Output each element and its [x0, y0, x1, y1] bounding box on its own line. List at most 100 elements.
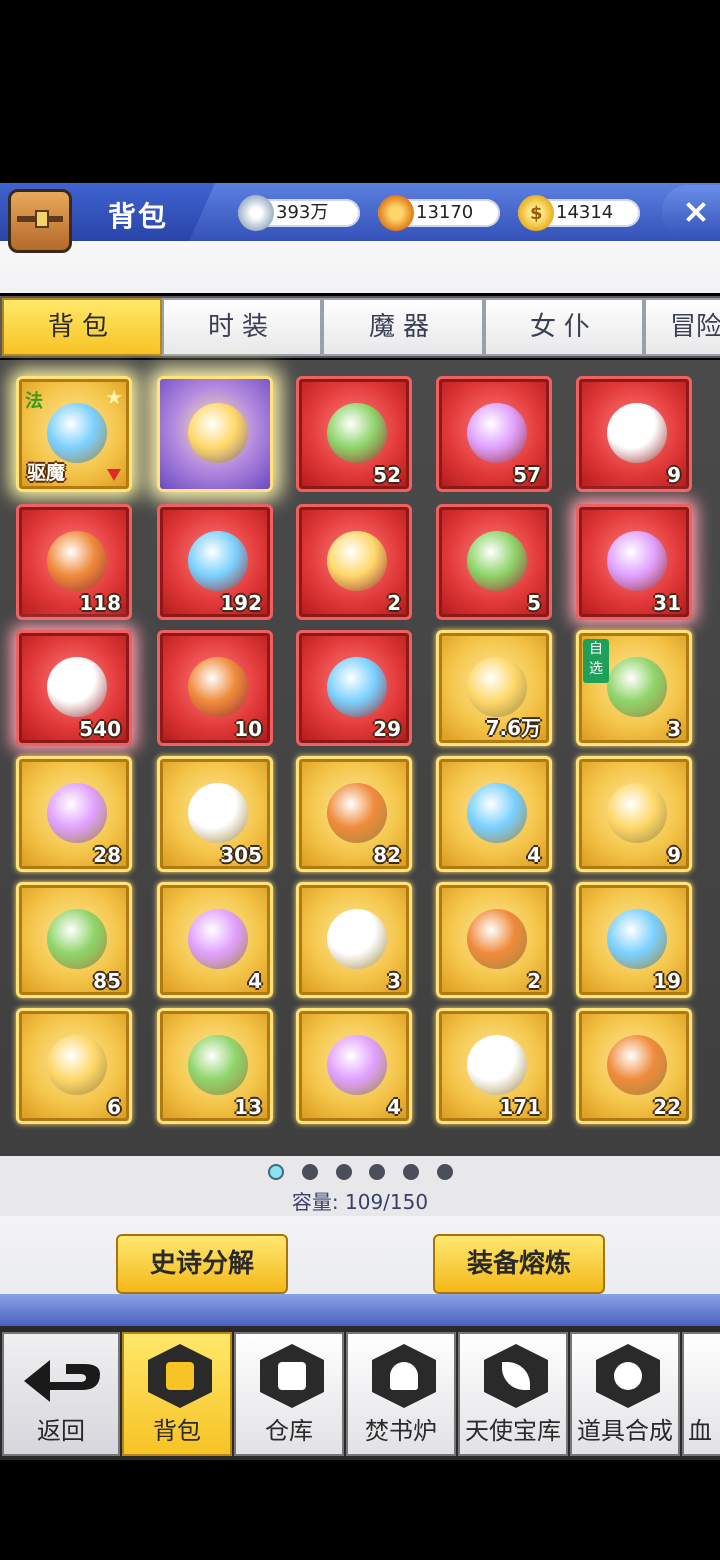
inventory-slot[interactable]: 85: [16, 882, 132, 998]
currency-value: 13170: [416, 202, 474, 223]
nav-book-furnace[interactable]: 焚书炉: [346, 1332, 456, 1456]
nav-backpack[interactable]: 背包: [122, 1332, 232, 1456]
medal-icon: [47, 531, 107, 591]
currency-gold[interactable]: 14314: [518, 195, 640, 231]
nav-label: 背包: [153, 1417, 201, 1445]
tab-backpack[interactable]: 背包: [2, 298, 162, 356]
inventory-slot[interactable]: 4: [436, 756, 552, 872]
inventory-slot[interactable]: 7.6万: [436, 630, 552, 746]
nav-label: 血: [688, 1417, 712, 1445]
epic-decompose-button[interactable]: 史诗分解: [116, 1234, 288, 1294]
crystal-shard-icon: [327, 531, 387, 591]
tab-magic-weapon[interactable]: 魔器: [322, 298, 484, 356]
inventory-slot[interactable]: 305: [157, 756, 273, 872]
item-count: 82: [373, 843, 401, 867]
inventory-slot[interactable]: 4: [157, 882, 273, 998]
star-icon: ★: [105, 385, 123, 409]
item-count: 52: [373, 463, 401, 487]
inventory-slot[interactable]: 28: [16, 756, 132, 872]
inventory-slot[interactable]: 9: [576, 756, 692, 872]
inventory-slot[interactable]: 2: [296, 504, 412, 620]
nav-more[interactable]: 血: [682, 1332, 720, 1456]
pencil-icon: [327, 403, 387, 463]
nav-item-synthesis[interactable]: 道具合成: [570, 1332, 680, 1456]
currency-badge[interactable]: 13170: [378, 195, 500, 231]
nav-back[interactable]: 返回: [2, 1332, 120, 1456]
nav-label: 返回: [37, 1417, 85, 1445]
item-count: 57: [513, 463, 541, 487]
page-dot[interactable]: [403, 1164, 419, 1180]
puzzle-icon: [607, 909, 667, 969]
inventory-slot[interactable]: 82: [296, 756, 412, 872]
item-count: 85: [93, 969, 121, 993]
nav-label: 道具合成: [577, 1417, 673, 1445]
tab-maid[interactable]: 女仆: [484, 298, 644, 356]
flame-icon: [372, 1344, 436, 1408]
inventory-slot[interactable]: [157, 376, 273, 492]
inventory-slot[interactable]: 10: [157, 630, 273, 746]
down-arrow-icon: [107, 469, 121, 481]
item-count: 3: [387, 969, 401, 993]
red-gem-icon: [607, 531, 667, 591]
item-count: 540: [79, 717, 121, 741]
inventory-slot[interactable]: 52: [296, 376, 412, 492]
item-count: 31: [653, 591, 681, 615]
inventory-slot[interactable]: 4: [296, 1008, 412, 1124]
page-dot[interactable]: [302, 1164, 318, 1180]
item-label: 驱魔: [27, 462, 66, 484]
emerald-icon: [188, 1035, 248, 1095]
inventory-slot[interactable]: 自选 3: [576, 630, 692, 746]
item-count: 9: [667, 843, 681, 867]
backpack-chest-icon: [8, 189, 72, 253]
gold-gem-icon: [47, 657, 107, 717]
inventory-slot[interactable]: 9: [576, 376, 692, 492]
inventory-slot[interactable]: 法 ★ 驱魔: [16, 376, 132, 492]
tab-adventure[interactable]: 冒险: [644, 298, 720, 356]
item-count: 4: [248, 969, 262, 993]
tab-fashion[interactable]: 时装: [162, 298, 322, 356]
inventory-slot[interactable]: 192: [157, 504, 273, 620]
item-count: 29: [373, 717, 401, 741]
equip-smelt-button[interactable]: 装备熔炼: [433, 1234, 605, 1294]
inventory-slot[interactable]: 3: [296, 882, 412, 998]
inventory-slot[interactable]: 5: [436, 504, 552, 620]
inventory-slot[interactable]: 19: [576, 882, 692, 998]
header: 背包 393万 13170 14314: [0, 183, 720, 293]
blue-shard-icon: [467, 909, 527, 969]
currency-value: 14314: [556, 202, 614, 223]
page-dot[interactable]: [268, 1164, 284, 1180]
nav-angel-treasury[interactable]: 天使宝库: [458, 1332, 568, 1456]
item-count: 3: [667, 717, 681, 741]
close-button[interactable]: [662, 185, 720, 239]
inventory-slot[interactable]: 118: [16, 504, 132, 620]
page-dot[interactable]: [437, 1164, 453, 1180]
inventory-slot[interactable]: 29: [296, 630, 412, 746]
inventory-slot[interactable]: 22: [576, 1008, 692, 1124]
inventory-slot[interactable]: 2: [436, 882, 552, 998]
item-count: 9: [667, 463, 681, 487]
inventory-slot[interactable]: 6: [16, 1008, 132, 1124]
orb-icon: [467, 531, 527, 591]
item-count: 22: [653, 1095, 681, 1119]
page-dot[interactable]: [369, 1164, 385, 1180]
armor-icon: [327, 657, 387, 717]
puzzle-green-icon: [47, 1035, 107, 1095]
page-dot[interactable]: [336, 1164, 352, 1180]
item-count: 4: [527, 843, 541, 867]
inventory-slot[interactable]: 540: [16, 630, 132, 746]
inventory-slot[interactable]: 31: [576, 504, 692, 620]
page-title: 背包: [108, 200, 169, 233]
bowl-icon: [607, 403, 667, 463]
item-tag: 自选: [583, 639, 609, 683]
item-count: 6: [107, 1095, 121, 1119]
item-tag: 法: [25, 391, 43, 412]
nav-warehouse[interactable]: 仓库: [234, 1332, 344, 1456]
purple-orb-icon: [467, 1035, 527, 1095]
diamond-icon: [238, 195, 274, 231]
inventory-slot[interactable]: 13: [157, 1008, 273, 1124]
inventory-slot[interactable]: 171: [436, 1008, 552, 1124]
nav-label: 天使宝库: [465, 1417, 561, 1445]
item-count: 305: [220, 843, 262, 867]
inventory-slot[interactable]: 57: [436, 376, 552, 492]
currency-diamond[interactable]: 393万: [238, 195, 360, 231]
